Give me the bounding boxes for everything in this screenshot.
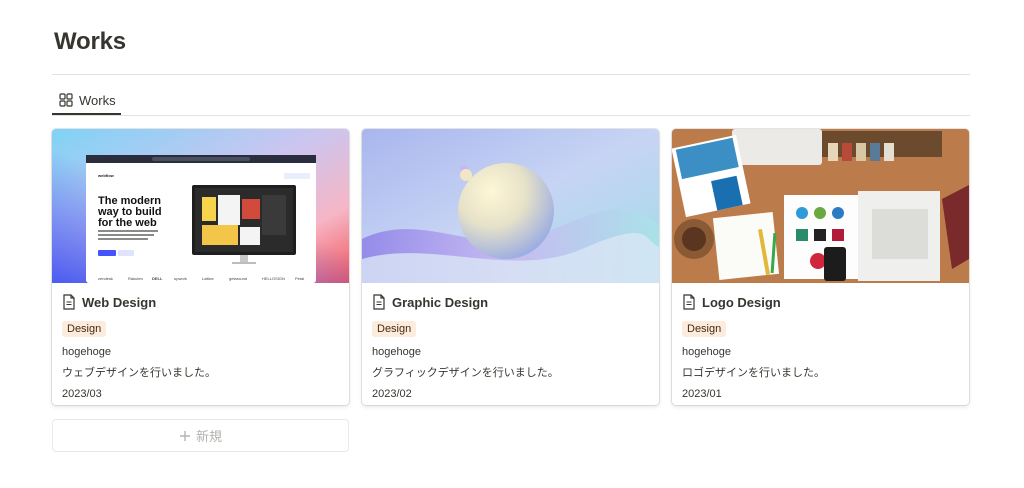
card-property-description: グラフィックデザインを行いました。 [372, 367, 559, 379]
card-title-label: Graphic Design [392, 294, 489, 310]
svg-text:upwork: upwork [174, 276, 187, 281]
tab-label: Works [79, 92, 116, 108]
svg-text:Rakuten: Rakuten [128, 276, 143, 281]
divider [52, 115, 970, 116]
tag-badge: Design [62, 321, 107, 337]
card-title: Graphic Design [372, 291, 649, 313]
svg-text:webflow: webflow [97, 173, 115, 178]
card-title: Web Design [62, 291, 339, 313]
gallery-card-web-design[interactable]: webflow The modern way to build for the … [52, 129, 349, 405]
cover-image [672, 129, 969, 283]
svg-text:Lattice: Lattice [202, 276, 215, 281]
page-icon [683, 294, 695, 310]
svg-text:HELLOSIGN: HELLOSIGN [262, 276, 285, 281]
tag-badge: Design [682, 321, 727, 337]
card-property-date: 2023/01 [682, 388, 722, 400]
cover-image [362, 129, 659, 283]
divider [52, 74, 970, 75]
cover-headline-3: for the web [98, 217, 157, 229]
card-property-text: hogehoge [62, 346, 111, 358]
card-property-text: hogehoge [682, 346, 731, 358]
card-property-description: ウェブデザインを行いました。 [62, 367, 216, 379]
svg-text:DELL: DELL [152, 276, 163, 281]
plus-icon [179, 430, 190, 441]
tab-works[interactable]: Works [52, 84, 123, 116]
page-title: Works [54, 28, 126, 55]
card-property-date: 2023/02 [372, 388, 412, 400]
card-title-label: Logo Design [702, 294, 781, 310]
tag-badge: Design [372, 321, 417, 337]
page-icon [373, 294, 385, 310]
svg-text:getaround: getaround [229, 276, 247, 281]
card-property-date: 2023/03 [62, 388, 102, 400]
gallery-card-logo-design[interactable]: Logo Design Design hogehoge ロゴデザインを行いました… [672, 129, 969, 405]
gallery-card-graphic-design[interactable]: Graphic Design Design hogehoge グラフィックデザイ… [362, 129, 659, 405]
card-title: Logo Design [682, 291, 959, 313]
gallery-icon [59, 93, 73, 107]
card-property-description: ロゴデザインを行いました。 [682, 367, 825, 379]
svg-text:zendesk: zendesk [98, 276, 113, 281]
card-title-label: Web Design [82, 294, 157, 310]
new-page-label: 新規 [195, 429, 222, 444]
page-icon [63, 294, 75, 310]
cover-image: webflow The modern way to build for the … [52, 129, 349, 283]
card-property-text: hogehoge [372, 346, 421, 358]
new-page-button[interactable]: 新規 [52, 419, 349, 452]
svg-text:Petal: Petal [295, 276, 304, 281]
gallery-grid: webflow The modern way to build for the … [52, 129, 969, 405]
